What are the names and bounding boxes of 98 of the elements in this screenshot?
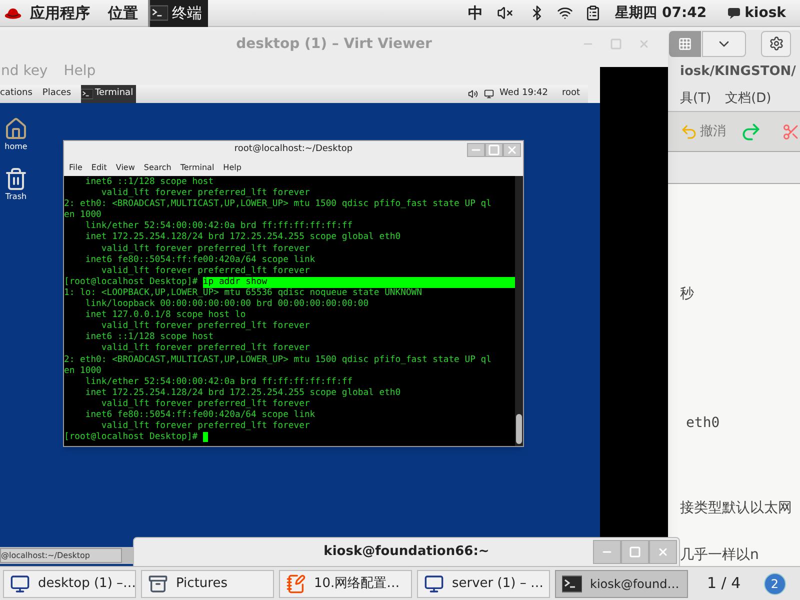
output-line: inet6 ::1/128 scope host <box>84 177 215 188</box>
document-text: 秒 <box>680 285 695 304</box>
settings-icon <box>768 36 784 52</box>
menu-button[interactable]: Places <box>42 87 72 101</box>
output-line: inet6 ::1/128 scope host <box>84 332 215 343</box>
clock[interactable]: 星期四 07:42 <box>615 2 707 24</box>
maximize-icon <box>610 38 622 50</box>
menu-item[interactable]: Terminal <box>180 162 214 174</box>
menu-item[interactable]: Search <box>144 162 172 174</box>
wifi-icon[interactable] <box>557 5 574 21</box>
clock[interactable]: Wed 19:42 <box>500 87 548 101</box>
output-line: inet 127.0.0.1/8 scope host lo <box>84 310 247 321</box>
volume-icon[interactable] <box>468 89 478 99</box>
taskbar-button[interactable]: @localhost:~/Desktop <box>0 548 122 563</box>
close-icon <box>638 38 650 50</box>
close-icon <box>657 546 669 558</box>
prompt-text: [root@localhost Desktop]# <box>64 276 198 288</box>
output-line: valid_lft forever preferred_lft forever <box>100 421 311 432</box>
document-text: eth0 <box>685 414 721 434</box>
output-line: 2: eth0: <BROADCAST,MULTICAST,UP,LOWER_UP> mtu 1500 qdisc pfifo_fast state UP ql <box>64 199 492 210</box>
cabinet-icon <box>148 574 168 594</box>
input-method[interactable]: 中 <box>468 2 484 24</box>
output-line: inet6 fe80::5054:ff:fe00:420a/64 scope link <box>84 410 316 421</box>
output-line: inet6 fe80::5054:ff:fe00:420a/64 scope link <box>84 254 316 266</box>
menu-item[interactable]: 文档(D) <box>725 88 772 108</box>
output-line: en 1000 <box>64 366 102 377</box>
output-line: valid_lft forever preferred_lft forever <box>100 343 311 354</box>
window-title: root@localhost:~/Desktop <box>233 143 354 156</box>
output-line: link/ether 52:54:00:00:42:0a brd ff:ff:ff:ff:ff:ff <box>84 376 354 388</box>
scrollbar[interactable] <box>515 176 523 446</box>
monitor-icon <box>10 574 30 594</box>
trash-icon[interactable] <box>4 167 28 191</box>
menu-item[interactable]: Edit <box>91 162 107 174</box>
maximize-button[interactable] <box>621 540 649 564</box>
close-button[interactable] <box>503 143 521 157</box>
output-line: valid_lft forever preferred_lft forever <box>100 244 311 255</box>
terminal-icon <box>81 88 94 100</box>
icon-label[interactable]: Trash <box>5 191 27 203</box>
maximize-button[interactable] <box>485 143 503 157</box>
undo-icon <box>680 122 698 141</box>
output-line: valid_lft forever preferred_lft forever <box>100 266 311 277</box>
menu-item[interactable]: Help <box>223 162 242 174</box>
dropdown-button[interactable] <box>702 30 746 57</box>
minimize-button[interactable] <box>467 143 485 157</box>
menu-button[interactable]: 位置 <box>108 2 138 24</box>
close-icon <box>506 144 518 156</box>
output-line: link/loopback 00:00:00:00:00:00 brd 00:00:00:00:00:00 <box>84 299 370 310</box>
output-line: inet 172.25.254.128/24 brd 172.25.254.255 scope global eth0 <box>84 388 402 399</box>
output-line: link/ether 52:54:00:00:42:0a brd ff:ff:ff:ff:ff:ff <box>84 221 354 232</box>
scissors-icon[interactable] <box>782 122 800 141</box>
notepad-icon <box>286 574 306 594</box>
workspace-indicator[interactable]: 1 / 4 <box>707 572 741 595</box>
scrollbar-thumb[interactable] <box>516 414 522 444</box>
taskbar-button[interactable]: Terminal <box>81 85 136 103</box>
output-line: valid_lft forever preferred_lft forever <box>100 188 311 199</box>
taskbar-button[interactable]: kiosk@found… <box>555 570 688 598</box>
menu-item[interactable]: File <box>69 162 82 174</box>
hat-icon <box>4 6 22 20</box>
grid-button[interactable] <box>669 30 701 57</box>
taskbar-button[interactable]: 10.网络配置… <box>279 570 412 598</box>
grid-icon <box>678 36 692 51</box>
output-line: valid_lft forever preferred_lft forever <box>100 321 311 332</box>
terminal-icon <box>150 4 168 22</box>
output-line: valid_lft forever preferred_lft forever <box>100 398 311 410</box>
window-title: desktop (1) – Virt Viewer <box>235 34 433 54</box>
menu-item[interactable]: View <box>116 162 135 174</box>
volume-icon[interactable] <box>497 5 514 21</box>
user-name[interactable]: root <box>562 87 580 101</box>
menu-item[interactable]: 具(T) <box>680 88 712 108</box>
path-text: iosk/KINGSTON/ <box>680 63 796 82</box>
minimize-button[interactable] <box>593 540 621 564</box>
taskbar-button[interactable]: desktop (1) –… <box>3 570 136 598</box>
monitor-icon <box>424 574 444 594</box>
output-line: 2: eth0: <BROADCAST,MULTICAST,UP,LOWER_UP> mtu 1500 qdisc pfifo_fast state UP ql <box>64 354 492 366</box>
prompt-text: [root@localhost Desktop]# <box>64 432 198 444</box>
network-icon[interactable] <box>484 89 494 99</box>
document-text: 接类型默认以太网 <box>680 499 793 518</box>
icon-label[interactable]: home <box>4 141 28 153</box>
home-folder-icon[interactable] <box>4 117 28 141</box>
taskbar-button[interactable]: server (1) – … <box>417 570 550 598</box>
menu-button[interactable]: cations <box>0 87 32 101</box>
settings-button[interactable] <box>761 30 791 57</box>
maximize-icon <box>629 546 641 558</box>
user-name[interactable]: kiosk <box>744 2 786 24</box>
output-line: inet 172.25.254.128/24 brd 172.25.254.255 scope global eth0 <box>84 232 402 244</box>
command-text: ip addr show <box>202 276 515 288</box>
taskbar-button[interactable]: Pictures <box>141 570 274 598</box>
notification-badge[interactable]: 2 <box>764 572 786 594</box>
taskbar-button[interactable]: 终端 <box>148 0 208 26</box>
maximize-icon <box>488 144 500 156</box>
output-line: 1: lo: <LOOPBACK,UP,LOWER_UP> mtu 65536 qdisc noqueue state UNKNOWN <box>64 288 423 299</box>
window-title: kiosk@foundation66:~ <box>322 543 490 562</box>
document-text: 几乎一样以n <box>680 546 760 566</box>
close-button[interactable] <box>649 540 677 564</box>
redo-icon[interactable] <box>740 120 762 143</box>
terminal-icon <box>562 574 582 594</box>
output-line: en 1000 <box>64 210 102 221</box>
menu-button[interactable]: 应用程序 <box>30 2 90 24</box>
